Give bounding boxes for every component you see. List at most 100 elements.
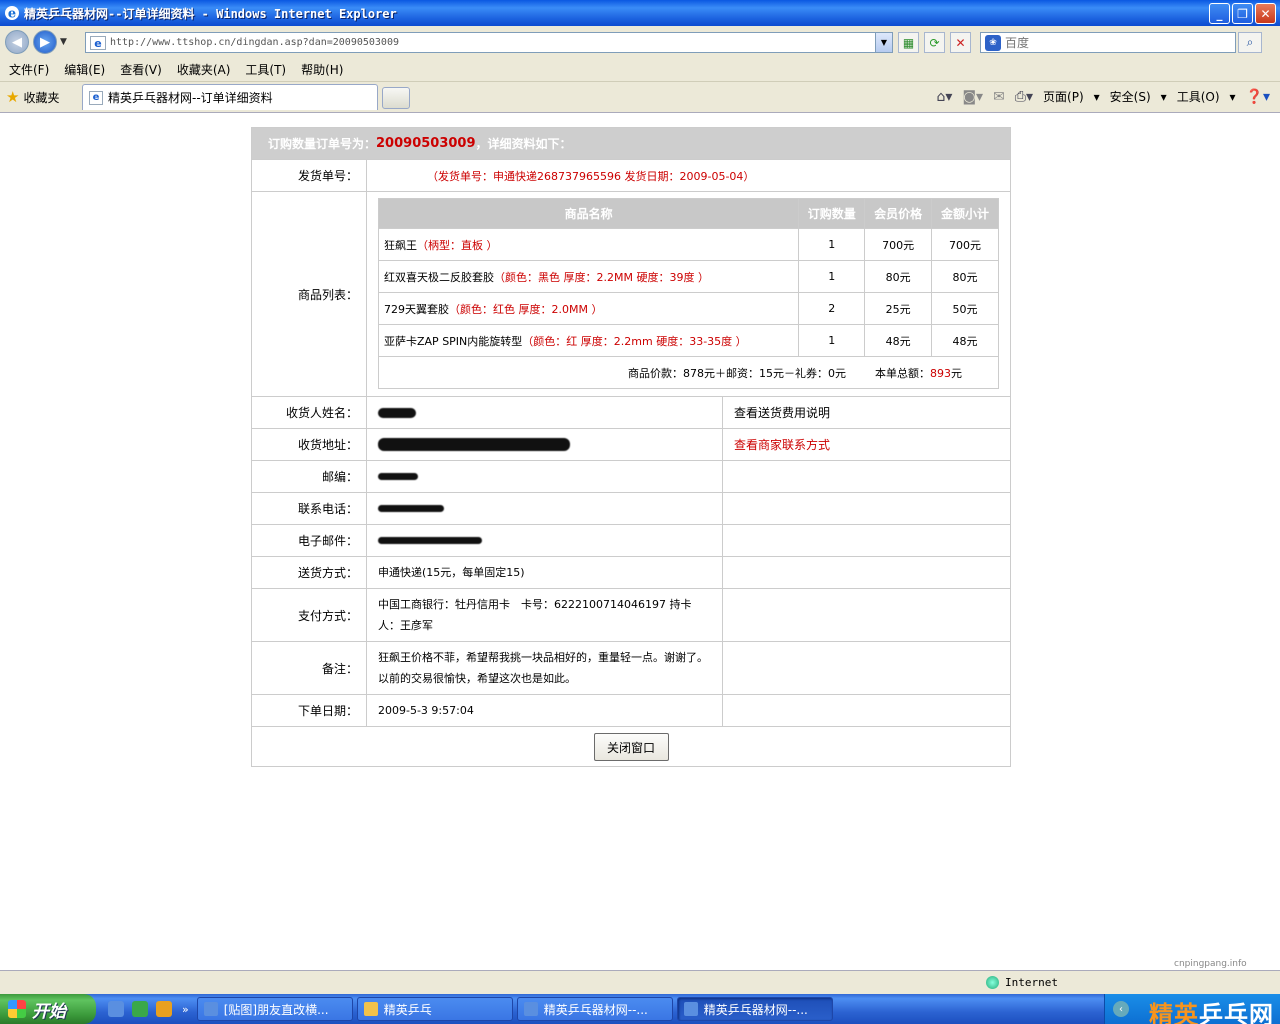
zone-label: Internet [1005,976,1058,989]
history-dropdown-icon[interactable]: ▼ [60,37,67,47]
goods-name: 狂飙王 [384,238,417,252]
col-goods-name: 商品名称 [377,198,800,229]
goods-price-summary: 商品价款：878元＋邮资：15元－礼券：0元 [628,366,846,380]
address-label: 收货地址： [252,429,367,460]
watermark-url: cnpingpang.info [1174,959,1247,969]
menu-bar: 文件(F) 编辑(E) 查看(V) 收藏夹(A) 工具(T) 帮助(H) [0,58,1280,82]
table-row: 红双喜天极二反胶套胶（颜色：黑色 厚度：2.2MM 硬度：39度 ） 1 80元… [377,260,999,293]
goods-name: 亚萨卡ZAP SPIN内能旋转型 [384,334,523,348]
goods-subtotal: 50元 [931,292,999,325]
feeds-icon[interactable]: ◙▾ [962,89,983,105]
empty-cell [723,493,1010,524]
goods-price: 700元 [864,228,933,261]
search-box[interactable]: ❀ [980,32,1236,53]
stop-icon[interactable]: ✕ [950,32,971,53]
table-row: 729天翼套胶（颜色：红色 厚度：2.0MM ） 2 25元 50元 [377,292,999,325]
quicklaunch-more-icon[interactable]: » [182,1003,189,1016]
taskbar-item[interactable]: [贴图]朋友直改横... [196,997,353,1021]
messenger-quicklaunch-icon[interactable] [132,1001,148,1017]
menu-tools[interactable]: 工具(T) [245,61,286,78]
tools-menu[interactable]: 工具(O) [1177,88,1220,105]
zip-value [367,461,723,492]
minimize-button[interactable]: _ [1209,3,1230,24]
mail-icon[interactable]: ✉ [993,89,1005,105]
goods-table: 商品名称 订购数量 会员价格 金额小计 狂飙王（柄型：直板 ） 1 700元 7… [377,198,999,389]
compatibility-icon[interactable]: ▦ [898,32,919,53]
recipient-name-label: 收货人姓名： [252,397,367,428]
title-bar[interactable]: e 精英乒乓器材网--订单详细资料 - Windows Internet Exp… [0,0,1280,26]
ie-logo-icon: e [5,6,19,21]
goods-name-cell: 狂飙王（柄型：直板 ） [377,228,800,261]
new-tab-button[interactable] [382,87,410,109]
menu-file[interactable]: 文件(F) [9,61,49,78]
tools-menu-arrow-icon: ▾ [1229,89,1236,104]
app-quicklaunch-icon[interactable] [156,1001,172,1017]
help-icon[interactable]: ❓▾ [1246,89,1270,105]
back-button[interactable]: ◀ [5,30,29,54]
close-window-page-button[interactable]: 关闭窗口 [593,733,669,761]
phone-label: 联系电话： [252,493,367,524]
goods-name: 729天翼套胶 [384,302,449,316]
taskbar-item-label: 精英乒乓 [383,1002,432,1017]
tab-row: ★ 收藏夹 e 精英乒乓器材网--订单详细资料 ⌂▾ ◙▾ ✉ ⎙▾ 页面(P)… [0,82,1280,112]
address-dropdown-icon[interactable]: ▼ [875,33,892,52]
order-details-panel: 订购数量订单号为： 20090503009 ，详细资料如下： 发货单号： （发货… [251,127,1011,767]
ie-quicklaunch-icon[interactable] [108,1001,124,1017]
tray-expand-icon[interactable]: ‹ [1113,1001,1129,1017]
ie-window-icon [203,1002,218,1016]
restore-button[interactable]: ❐ [1232,3,1253,24]
order-date-value: 2009-5-3 9:57:04 [367,695,723,726]
redacted-mark [378,537,482,544]
window-title: 精英乒乓器材网--订单详细资料 - Windows Internet Explo… [24,6,397,21]
goods-name-cell: 亚萨卡ZAP SPIN内能旋转型（颜色：红 厚度：2.2mm 硬度：33-35度… [377,324,800,357]
delivery-value: 申通快递(15元，每单固定15) [367,557,723,588]
merchant-contact-link[interactable]: 查看商家联系方式 [723,429,1010,460]
close-window-button[interactable]: ✕ [1255,3,1276,24]
search-input[interactable] [1005,35,1225,50]
goods-header-row: 商品名称 订购数量 会员价格 金额小计 [377,198,999,229]
empty-cell [723,525,1010,556]
delivery-label: 送货方式： [252,557,367,588]
page-icon: e [89,90,103,105]
status-bar: cnpingpang.info Internet [0,959,1280,994]
phone-value [367,493,723,524]
grand-total-label: 本单总额： [875,366,930,380]
page-menu[interactable]: 页面(P) [1043,88,1084,105]
menu-favorites[interactable]: 收藏夹(A) [177,61,231,78]
shipping-fee-link[interactable]: 查看送货费用说明 [723,397,1010,428]
goods-name-cell: 红双喜天极二反胶套胶（颜色：黑色 厚度：2.2MM 硬度：39度 ） [377,260,800,293]
empty-cell [723,642,1010,694]
windows-logo-icon [8,1000,26,1018]
taskbar-item[interactable]: 精英乒乓 [356,997,513,1021]
tab-order-details[interactable]: e 精英乒乓器材网--订单详细资料 [82,84,378,110]
search-button[interactable]: ⌕ [1238,32,1262,53]
address-bar[interactable]: e http://www.ttshop.cn/dingdan.asp?dan=2… [85,32,893,53]
start-button[interactable]: 开始 [0,994,96,1024]
ie-window-icon [523,1002,538,1016]
redacted-mark [378,473,418,480]
goods-subtotal: 48元 [931,324,999,357]
menu-help[interactable]: 帮助(H) [301,61,343,78]
menu-view[interactable]: 查看(V) [120,61,162,78]
goods-subtotal: 80元 [931,260,999,293]
brand-watermark: 精英乒乓网 [1149,995,1274,1024]
email-row: 电子邮件： [252,524,1010,556]
taskbar-item-active[interactable]: 精英乒乓器材网--... [676,997,833,1021]
refresh-icon[interactable]: ⟳ [924,32,945,53]
email-value [367,525,723,556]
home-icon[interactable]: ⌂▾ [937,89,953,105]
address-url[interactable]: http://www.ttshop.cn/dingdan.asp?dan=200… [110,37,399,48]
safety-menu[interactable]: 安全(S) [1110,88,1151,105]
order-date-label: 下单日期： [252,695,367,726]
favorites-button[interactable]: ★ 收藏夹 [6,88,59,106]
print-icon[interactable]: ⎙▾ [1015,89,1033,105]
menu-edit[interactable]: 编辑(E) [64,61,105,78]
brand-part-a: 精英 [1149,1001,1199,1024]
redacted-mark [378,505,444,512]
goods-attrs: （柄型：直板 ） [417,238,498,252]
security-zone[interactable]: Internet [986,976,1058,989]
taskbar: 开始 » [贴图]朋友直改横... 精英乒乓 精英乒乓器材网--... 精英乒乓… [0,994,1280,1024]
col-quantity: 订购数量 [798,198,866,229]
taskbar-item[interactable]: 精英乒乓器材网--... [516,997,673,1021]
forward-button[interactable]: ▶ [33,30,57,54]
